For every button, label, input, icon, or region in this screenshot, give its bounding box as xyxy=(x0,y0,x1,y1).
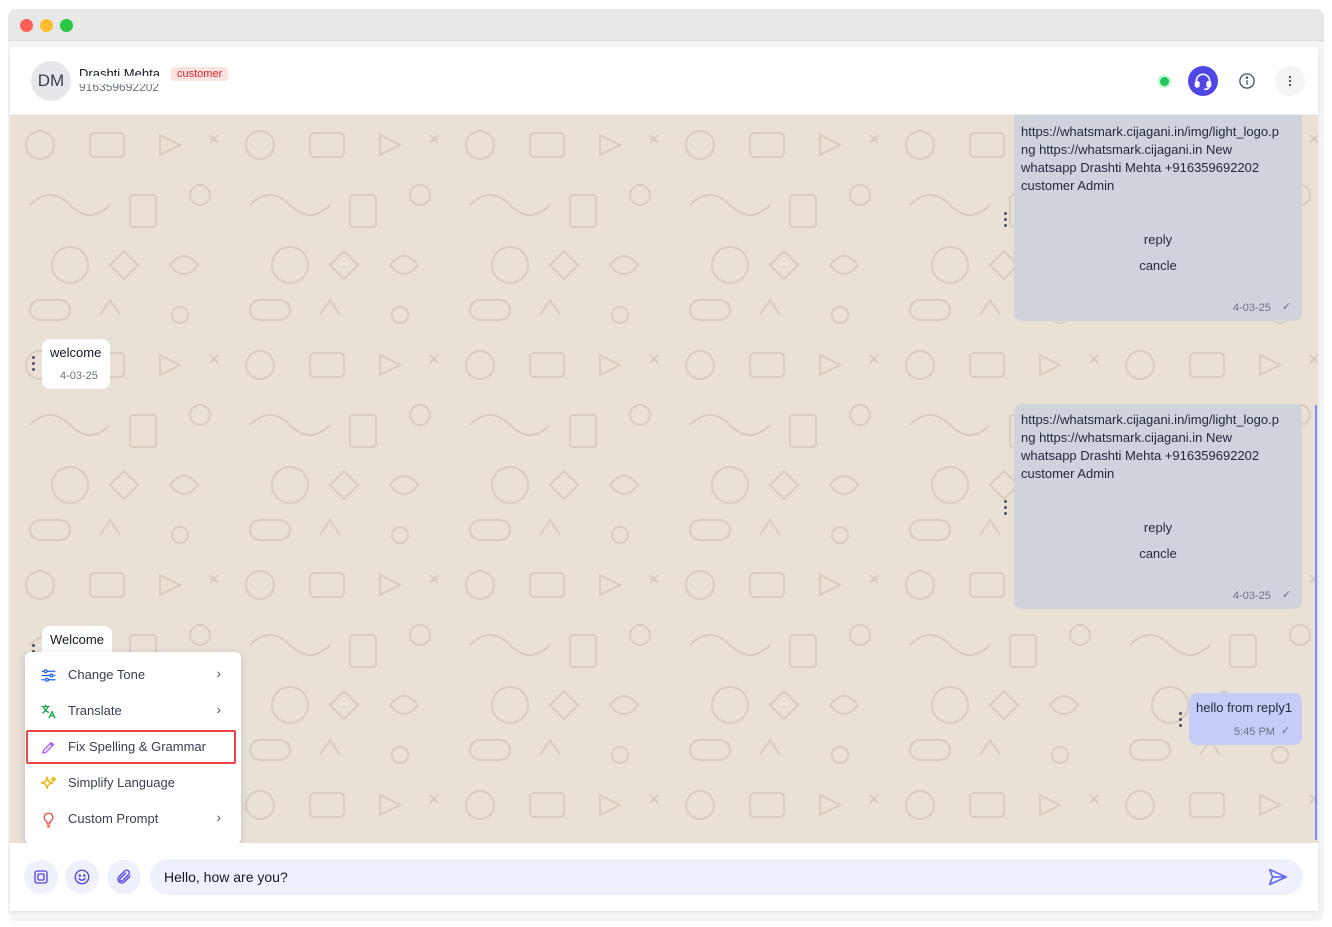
scroll-indicator[interactable] xyxy=(1315,405,1317,840)
ai-assist-menu: Change Tone › Translate › Fix Spelling & xyxy=(25,652,241,843)
paperclip-icon xyxy=(117,869,131,884)
highlight-box xyxy=(26,730,236,764)
lightbulb-icon xyxy=(43,812,54,828)
message-text-line: ng https://whatsmark.cijagani.in New xyxy=(1021,430,1232,445)
sliders-icon xyxy=(41,669,56,682)
online-status-indicator xyxy=(1158,75,1171,88)
contact-phone: 916359692202 xyxy=(79,84,160,91)
contact-name: Drashti Mehta xyxy=(79,66,160,76)
cancel-button[interactable]: cancle xyxy=(1014,257,1302,275)
message-input[interactable] xyxy=(150,859,1303,895)
message-composer xyxy=(10,843,1318,911)
message-time: 4-03-25 xyxy=(1233,302,1271,314)
message-time: 5:45 PM xyxy=(1234,726,1275,738)
menu-item-custom-prompt[interactable]: Custom Prompt › xyxy=(29,804,237,834)
window-titlebar xyxy=(8,9,1324,41)
message-text: Welcome xyxy=(50,632,104,647)
menu-item-change-tone[interactable]: Change Tone › xyxy=(29,660,237,690)
message-options-button[interactable] xyxy=(1176,712,1184,728)
menu-item-translate[interactable]: Translate › xyxy=(29,696,237,726)
smiley-icon xyxy=(74,869,90,885)
customer-badge: customer xyxy=(171,67,229,81)
message-options-button[interactable] xyxy=(1001,500,1009,516)
outgoing-message-bubble: https://whatsmark.cijagani.in/img/light_… xyxy=(1014,404,1302,609)
menu-item-label: Translate xyxy=(68,703,122,718)
reply-button[interactable]: reply xyxy=(1014,519,1302,537)
sent-check-icon: ✓ xyxy=(1281,725,1291,737)
reply-button[interactable]: reply xyxy=(1014,231,1302,249)
message-text-line: whatsapp Drashti Mehta +916359692202 xyxy=(1021,160,1260,175)
message-text-line: customer Admin xyxy=(1021,178,1115,193)
support-agent-button[interactable] xyxy=(1188,66,1218,96)
close-window-button[interactable] xyxy=(20,19,33,32)
vertical-dots-icon xyxy=(1288,75,1292,87)
message-time: 4-03-25 xyxy=(1233,590,1271,602)
message-options-button[interactable] xyxy=(29,356,37,372)
outgoing-message-bubble: hello from reply1 5:45 PM ✓ xyxy=(1189,693,1302,745)
menu-item-simplify-language[interactable]: Simplify Language xyxy=(29,768,237,798)
menu-item-label: Custom Prompt xyxy=(68,811,159,826)
layers-icon xyxy=(34,870,48,884)
translate-icon xyxy=(41,704,56,719)
chevron-right-icon: › xyxy=(216,701,221,717)
sparkles-icon xyxy=(40,776,57,790)
message-text: welcome xyxy=(50,345,102,360)
chat-messages-area[interactable]: https://whatsmark.cijagani.in/img/light_… xyxy=(10,115,1318,843)
sent-check-icon: ✓ xyxy=(1282,589,1292,601)
send-icon xyxy=(1268,868,1288,886)
chevron-right-icon: › xyxy=(216,809,221,825)
minimize-window-button[interactable] xyxy=(40,19,53,32)
message-text-line: https://whatsmark.cijagani.in/img/light_… xyxy=(1021,124,1279,139)
message-text-line: ng https://whatsmark.cijagani.in New xyxy=(1021,142,1232,157)
chat-panel: DM Drashti Mehta 916359692202 customer h… xyxy=(10,47,1318,911)
message-text: hello from reply1 xyxy=(1196,700,1293,715)
send-button[interactable] xyxy=(1267,866,1291,890)
app-window: DM Drashti Mehta 916359692202 customer h… xyxy=(8,9,1324,921)
message-text-line: customer Admin xyxy=(1021,466,1115,481)
chat-header: DM Drashti Mehta 916359692202 customer xyxy=(10,47,1318,115)
template-button[interactable] xyxy=(24,860,58,894)
message-text-line: https://whatsmark.cijagani.in/img/light_… xyxy=(1021,412,1279,427)
message-text-line: whatsapp Drashti Mehta +916359692202 xyxy=(1021,448,1260,463)
chevron-right-icon: › xyxy=(216,665,221,681)
attachment-button[interactable] xyxy=(107,860,141,894)
message-time: 4-03-25 xyxy=(60,370,98,382)
sent-check-icon: ✓ xyxy=(1282,301,1292,313)
more-options-button[interactable] xyxy=(1275,66,1305,96)
avatar[interactable]: DM xyxy=(31,61,71,101)
outgoing-message-bubble: https://whatsmark.cijagani.in/img/light_… xyxy=(1014,115,1302,321)
emoji-button[interactable] xyxy=(65,860,99,894)
message-options-button[interactable] xyxy=(1001,212,1009,228)
cancel-button[interactable]: cancle xyxy=(1014,545,1302,563)
info-button[interactable] xyxy=(1232,66,1262,96)
menu-item-label: Simplify Language xyxy=(68,775,175,790)
menu-item-label: Change Tone xyxy=(68,667,146,682)
info-icon xyxy=(1239,73,1255,89)
maximize-window-button[interactable] xyxy=(60,19,73,32)
incoming-message-bubble: welcome 4-03-25 xyxy=(42,339,110,389)
headset-icon xyxy=(1194,73,1212,91)
